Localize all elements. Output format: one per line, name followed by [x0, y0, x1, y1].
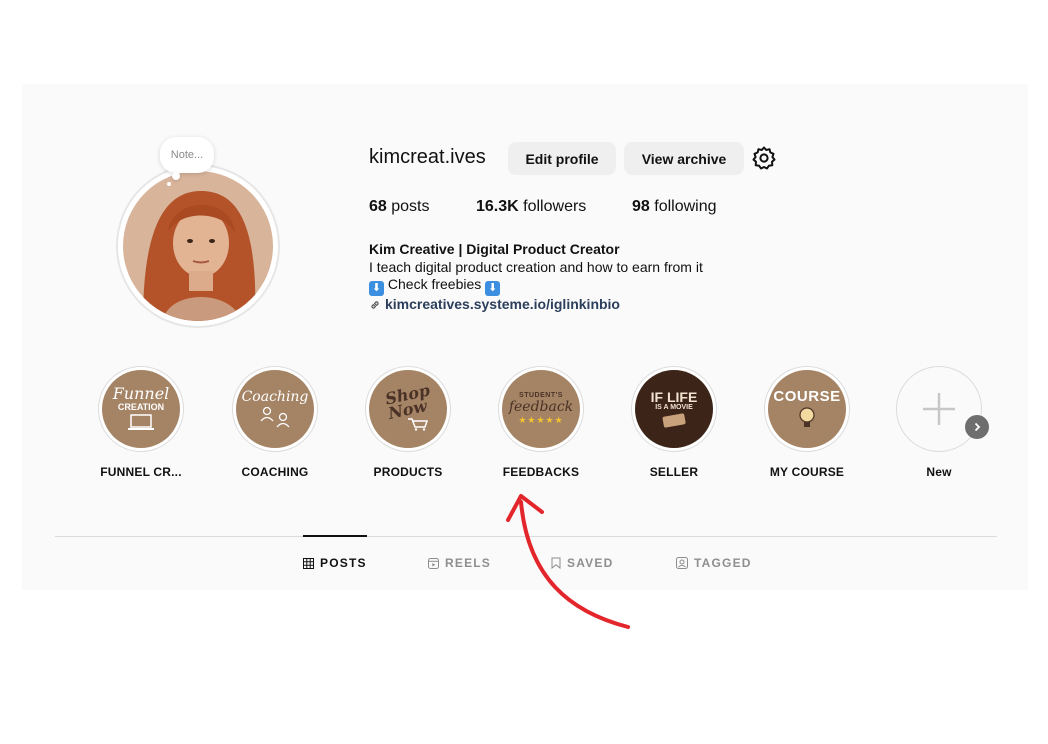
annotation-arrow: [506, 494, 630, 629]
